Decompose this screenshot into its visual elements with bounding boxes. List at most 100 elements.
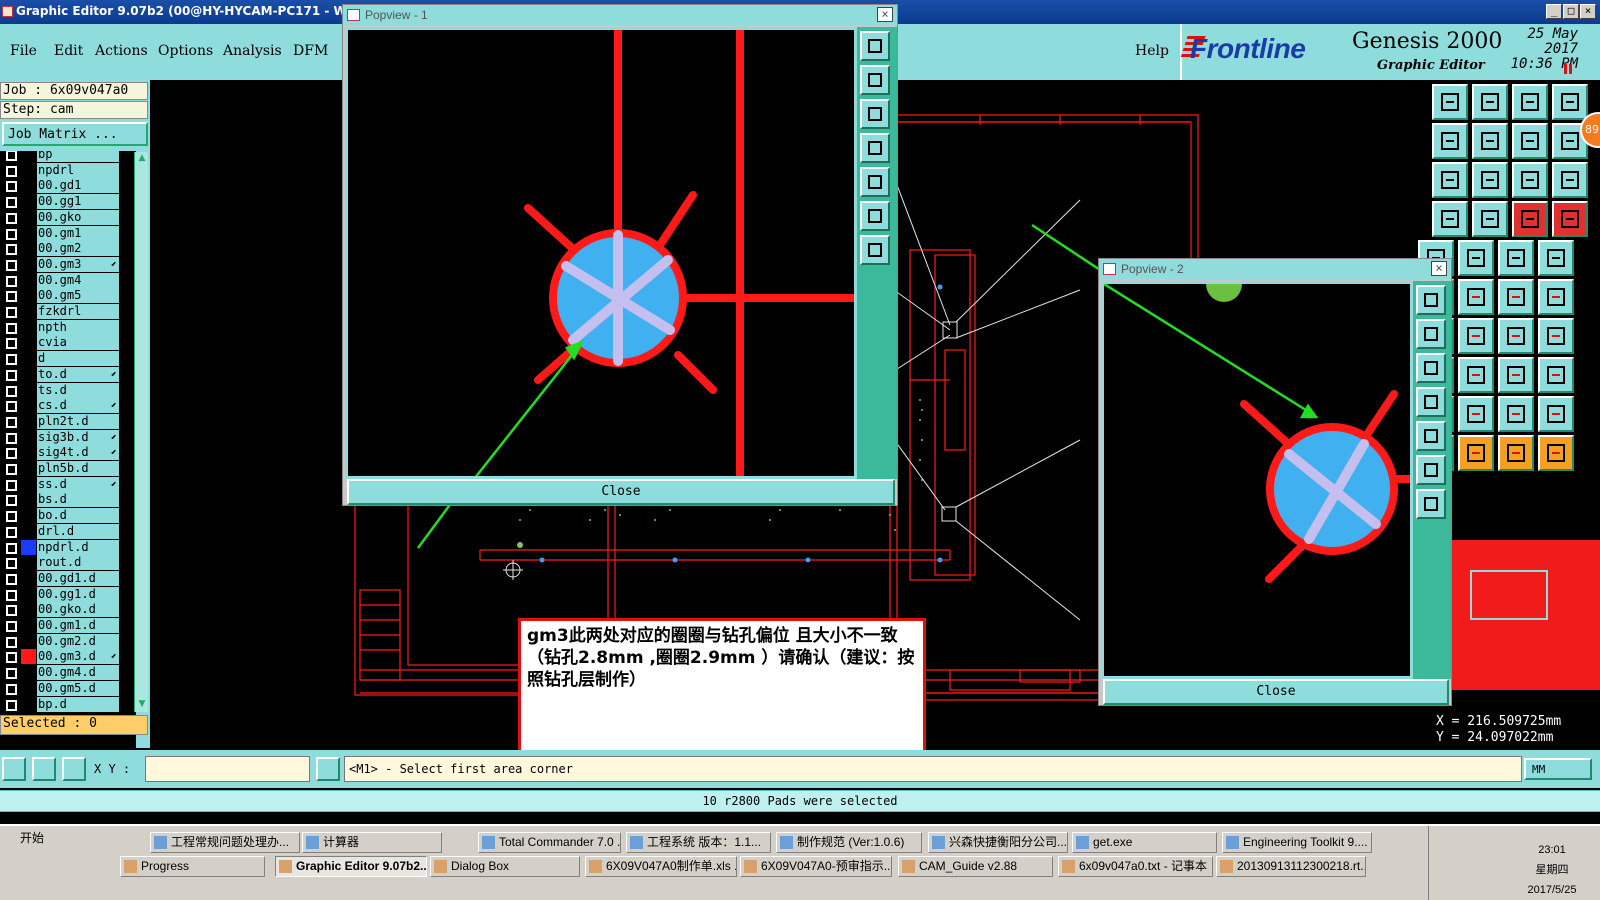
popview-1-center-button[interactable] (860, 235, 890, 265)
tool-cross-button[interactable] (1458, 279, 1494, 315)
layer-row[interactable]: 00.gm4.d (0, 665, 136, 681)
taskbar-item[interactable]: 6X09V047A0-预审指示.... (740, 856, 892, 877)
layer-color-swatch[interactable] (21, 241, 36, 257)
layer-name[interactable]: 00.gm3 ⬋ (37, 256, 119, 272)
popview-1-fit-button[interactable] (860, 201, 890, 231)
tool-zoom-window-button[interactable] (1552, 84, 1588, 120)
layer-color-swatch[interactable] (21, 665, 36, 681)
input-mode-button[interactable] (316, 757, 340, 781)
popview-1-pan-up-button[interactable] (860, 99, 890, 129)
layer-color-swatch[interactable] (21, 225, 36, 241)
layer-color-swatch[interactable] (21, 539, 36, 555)
close-button[interactable]: × (1580, 4, 1596, 19)
layer-name[interactable]: drl.d (37, 523, 119, 539)
layer-name[interactable]: pln5b.d (37, 461, 119, 476)
scroll-down-icon[interactable]: ▼ (136, 699, 148, 711)
layer-name[interactable]: 00.gm5 (37, 288, 119, 304)
layer-checkbox[interactable] (6, 275, 17, 287)
taskbar-item[interactable]: 20130913112300218.rt... (1216, 856, 1366, 877)
layer-row[interactable]: ss.d ⬋ (0, 476, 136, 493)
layer-color-swatch[interactable] (21, 476, 36, 492)
tool-text2-button[interactable] (1458, 396, 1494, 432)
layer-checkbox[interactable] (6, 448, 17, 460)
layer-color-swatch[interactable] (21, 319, 36, 335)
tool-zoom-center-button[interactable] (1472, 162, 1508, 198)
layer-checkbox[interactable] (6, 573, 17, 585)
layer-color-swatch[interactable] (21, 602, 36, 618)
layer-name[interactable]: d (37, 351, 119, 367)
layer-row[interactable]: 00.gm1.d (0, 618, 136, 634)
popview-2-pan-left-button[interactable] (1416, 387, 1446, 417)
menu-file[interactable]: File (10, 43, 37, 59)
layer-row[interactable]: sig3b.d ⬋ (0, 429, 136, 446)
layer-row[interactable]: to.d ⬋ (0, 366, 136, 383)
layer-checkbox[interactable] (6, 636, 17, 648)
layer-name[interactable]: 00.gd1.d (37, 570, 119, 586)
layer-color-swatch[interactable] (21, 194, 36, 210)
menu-analysis[interactable]: Analysis (223, 43, 282, 59)
taskbar-item[interactable]: 工程常规问题处理办... (150, 832, 300, 853)
tool-rotate-button[interactable] (1498, 318, 1534, 354)
clock[interactable]: 23:01 星期四 2017/5/25 (1517, 840, 1587, 900)
tool-save-button[interactable] (1472, 84, 1508, 120)
layer-row[interactable]: 00.gm2.d (0, 633, 136, 650)
layer-color-swatch[interactable] (21, 696, 36, 712)
layer-name[interactable]: rout.d (37, 555, 119, 571)
popview-1-zoom-out-button[interactable] (860, 65, 890, 95)
layer-row[interactable]: pln2t.d (0, 413, 136, 430)
popview-1-close-button[interactable]: Close (347, 479, 895, 505)
layer-name[interactable]: bp.d (37, 696, 119, 712)
layer-row[interactable]: bp (0, 151, 136, 163)
layer-row[interactable]: d (0, 351, 136, 367)
measure-mode-button[interactable] (32, 757, 56, 781)
layer-row[interactable]: 00.gg1 (0, 194, 136, 210)
layer-name[interactable]: 00.gm1 (37, 225, 119, 241)
layer-row[interactable]: cs.d ⬋ (0, 398, 136, 414)
taskbar-item[interactable]: 制作规范 (Ver:1.0.6) (776, 832, 922, 853)
tool-text4-button[interactable] (1538, 396, 1574, 432)
layer-checkbox[interactable] (6, 511, 17, 523)
layer-name[interactable]: ts.d (37, 382, 119, 398)
popview-2-zoom-out-button[interactable] (1416, 319, 1446, 349)
layer-name[interactable]: 00.gko (37, 209, 119, 225)
layer-name[interactable]: 00.gm4.d (37, 665, 119, 681)
popview-2-view[interactable] (1101, 266, 1414, 679)
layer-checkbox[interactable] (6, 479, 17, 491)
job-matrix-button[interactable]: Job Matrix ... (2, 122, 148, 146)
layer-name[interactable]: cvia (37, 335, 119, 351)
layer-checkbox[interactable] (6, 197, 17, 209)
snap-mode-button[interactable] (2, 757, 26, 781)
layer-row[interactable]: npdrl.d (0, 539, 136, 556)
layer-row[interactable]: 00.gm3 ⬋ (0, 256, 136, 273)
taskbar-item[interactable]: Total Commander 7.0 ... (478, 832, 621, 853)
popview-2-pan-up-button[interactable] (1416, 353, 1446, 383)
tool-pad-button[interactable] (1472, 201, 1508, 237)
layer-checkbox[interactable] (6, 589, 17, 601)
popview-2-fit-button[interactable] (1416, 455, 1446, 485)
layer-checkbox[interactable] (6, 212, 17, 224)
layer-row[interactable]: pln5b.d (0, 461, 136, 477)
taskbar-item[interactable]: 6X09V047A0制作单.xls ... (585, 856, 737, 877)
taskbar-item[interactable]: 工程系统 版本：1.1... (626, 832, 771, 853)
layer-checkbox[interactable] (6, 338, 17, 350)
menu-help[interactable]: Help (1135, 43, 1169, 59)
tool-pan-left-button[interactable] (1432, 123, 1468, 159)
tool-ruler-button[interactable] (1498, 240, 1534, 276)
start-button[interactable]: 开始 (2, 828, 50, 850)
popview-2-zoom-in-button[interactable] (1416, 285, 1446, 315)
layer-name[interactable]: 00.gg1 (37, 194, 119, 210)
tool-pointer3-button[interactable] (1498, 435, 1534, 471)
layer-name[interactable]: pln2t.d (37, 413, 119, 429)
layer-name[interactable]: bs.d (37, 492, 119, 508)
layer-color-swatch[interactable] (21, 570, 36, 586)
popview-2-pan-right-button[interactable] (1416, 421, 1446, 451)
minimize-button[interactable]: _ (1546, 4, 1562, 19)
layer-color-swatch[interactable] (21, 492, 36, 508)
overview-panel[interactable] (1450, 540, 1600, 690)
tool-mirror-button[interactable] (1538, 318, 1574, 354)
layer-checkbox[interactable] (6, 683, 17, 695)
layer-name[interactable]: 00.gg1.d (37, 586, 119, 602)
tool-zoom-fit-button[interactable] (1432, 162, 1468, 198)
layer-color-swatch[interactable] (21, 366, 36, 382)
tool-net-button[interactable] (1512, 201, 1548, 237)
